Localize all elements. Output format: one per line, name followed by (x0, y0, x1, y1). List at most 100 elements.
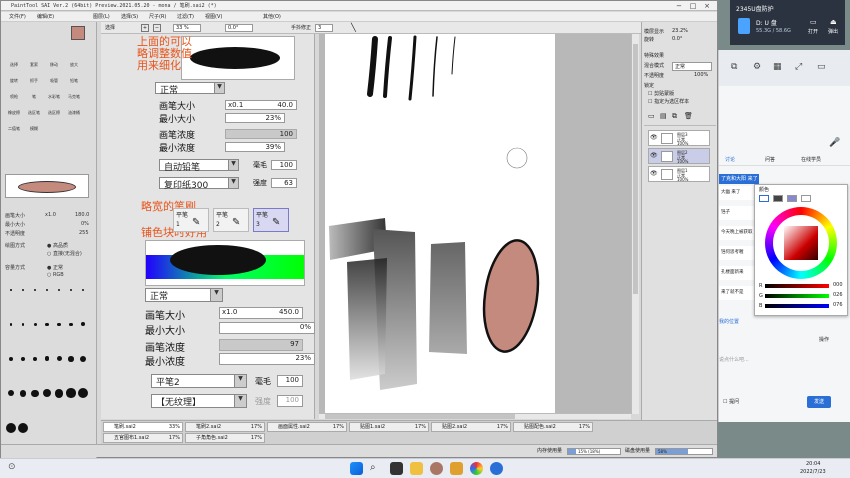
upper-shape-value[interactable]: 100 (271, 160, 297, 170)
upper-texture-select[interactable]: 复印纸300 ▼ (159, 177, 239, 191)
eject-icon[interactable]: ⏏ (830, 18, 837, 26)
qq-icon[interactable] (490, 462, 503, 475)
folder-app-icon[interactable] (450, 462, 463, 475)
tab-online[interactable]: 在线学员 (801, 156, 821, 163)
zoom-in-icon[interactable]: + (141, 24, 149, 32)
g-slider[interactable] (765, 294, 829, 298)
slider-mode-icon[interactable] (773, 195, 783, 202)
vscroll-thumb[interactable] (633, 44, 638, 294)
tool-11[interactable]: 马克笔 (65, 94, 83, 108)
brush-slot-2[interactable]: 平笔 2 ✎ (213, 208, 249, 232)
color-wheel[interactable] (765, 207, 837, 279)
brush-slot-1[interactable]: 平笔 1 ✎ (173, 208, 209, 232)
file-tab[interactable]: 子角角色.sai2 17% (185, 433, 265, 443)
lower-shape-value[interactable]: 100 (277, 375, 303, 387)
size-preset-15[interactable] (17, 353, 29, 365)
expand-icon[interactable]: ⤢ (795, 62, 802, 72)
tool-12[interactable]: 橡皮擦 (5, 110, 23, 124)
left-opacity-value[interactable]: 255 (79, 230, 89, 236)
size-preset-9[interactable] (29, 318, 41, 330)
tool-9[interactable]: 笔 (25, 94, 43, 108)
tool-3[interactable]: 放大 (65, 62, 83, 76)
mode-opt-rgb[interactable]: ○ RGB (47, 272, 64, 278)
tab-discuss[interactable]: 讨论 (725, 156, 735, 163)
tool-1[interactable]: 套索 (25, 62, 43, 76)
chat-input[interactable]: 说点什么吧... (719, 356, 749, 363)
tool-5[interactable]: 抓手 (25, 78, 43, 92)
left-min-size-value[interactable]: 0% (81, 221, 89, 227)
upper-size-field[interactable]: x0.1 40.0 (225, 100, 297, 110)
close-button[interactable]: × (701, 2, 713, 10)
file-tab[interactable]: 五官图布1.sai2 17% (103, 433, 183, 443)
size-preset-27[interactable] (77, 387, 89, 399)
mic-icon[interactable]: 🎤 (829, 138, 840, 148)
nav-angle-value[interactable]: 0.0° (672, 36, 682, 42)
lower-min-density-field[interactable]: 23% (219, 353, 315, 365)
size-preset-5[interactable] (65, 284, 77, 296)
brush-slot-3[interactable]: 平笔 3 ✎ (253, 208, 289, 232)
saturation-square[interactable] (784, 226, 818, 260)
tool-8[interactable]: 喷枪 (5, 94, 23, 108)
tab-qa[interactable]: 问答 (765, 156, 775, 163)
line-tool-icon[interactable]: ╲ (351, 23, 356, 32)
layer-row[interactable]: 👁 图层1 正常 100% (648, 166, 710, 182)
size-preset-29[interactable] (17, 422, 29, 434)
eye-icon[interactable]: 👁 (650, 134, 658, 141)
size-preset-13[interactable] (77, 318, 89, 330)
left-brush-size-mult[interactable]: x1.0 (45, 212, 56, 218)
size-preset-19[interactable] (65, 353, 77, 365)
search-icon[interactable]: ⌕ (370, 462, 376, 473)
g-value[interactable]: 026 (833, 292, 843, 298)
primary-color-swatch[interactable] (71, 26, 85, 40)
app-avatar-icon[interactable] (430, 462, 443, 475)
size-preset-25[interactable] (53, 387, 65, 399)
tool-7[interactable]: 铅笔 (65, 78, 83, 92)
file-tab[interactable]: 笔刷.sai2 33% (103, 422, 183, 432)
size-preset-16[interactable] (29, 353, 41, 365)
wheel-mode-icon[interactable] (759, 195, 769, 202)
size-preset-12[interactable] (65, 318, 77, 330)
lower-min-field[interactable]: 0% (219, 322, 315, 334)
tool-15[interactable]: 油漆桶 (65, 110, 83, 124)
lower-density-field[interactable]: 97 (219, 339, 303, 351)
size-preset-20[interactable] (77, 353, 89, 365)
share-icon[interactable]: ⧉ (731, 62, 737, 72)
swatch-mode-icon[interactable] (801, 195, 811, 202)
layer-row[interactable]: 👁 图层3 正常 100% (648, 130, 710, 146)
send-button[interactable]: 发送 (807, 396, 831, 408)
size-preset-2[interactable] (29, 284, 41, 296)
blend-opt-high[interactable]: ● 高品质 (47, 242, 68, 249)
tool-16[interactable]: 二值笔 (5, 126, 23, 140)
size-preset-10[interactable] (41, 318, 53, 330)
select-toggle[interactable]: 选择 (105, 24, 115, 32)
mode-opt-normal[interactable]: ● 正常 (47, 264, 63, 271)
stabilizer-field[interactable]: 3 (315, 24, 333, 32)
zoom-out-icon[interactable]: − (153, 24, 161, 32)
size-preset-6[interactable] (77, 284, 89, 296)
zoom-field[interactable]: 33 % (173, 24, 201, 32)
blend-mode-select[interactable]: 正常 (672, 62, 712, 71)
b-slider[interactable] (765, 304, 829, 308)
chat-op-label[interactable]: 操作 (819, 336, 829, 343)
upper-texture-value[interactable]: 63 (271, 178, 297, 188)
clock-time[interactable]: 20:04 (806, 461, 820, 467)
file-tab[interactable]: 笔刷2.sai2 17% (185, 422, 265, 432)
canvas-vscrollbar[interactable] (631, 34, 639, 414)
size-preset-24[interactable] (41, 387, 53, 399)
palette-mode-icon[interactable] (787, 195, 797, 202)
size-preset-22[interactable] (17, 387, 29, 399)
folder-icon[interactable]: ▭ (810, 18, 817, 26)
size-preset-0[interactable] (5, 284, 17, 296)
eye-icon[interactable]: 👁 (650, 170, 658, 177)
upper-density-field[interactable]: 100 (225, 129, 297, 139)
file-tab[interactable]: 贴图配色.sai2 17% (513, 422, 593, 432)
clip-checkbox[interactable]: ☐ 剪贴蒙版 (648, 90, 674, 97)
tool-0[interactable]: 选择 (5, 62, 23, 76)
upper-shape-select[interactable]: 自动铅笔 ▼ (159, 159, 239, 173)
size-preset-14[interactable] (5, 353, 17, 365)
upper-mode-select[interactable]: 正常 ▼ (155, 82, 225, 96)
ref-checkbox[interactable]: ☐ 指定为选区样本 (648, 98, 689, 105)
tool-4[interactable]: 旋转 (5, 78, 23, 92)
size-preset-18[interactable] (53, 353, 65, 365)
tool-10[interactable]: 水彩笔 (45, 94, 63, 108)
